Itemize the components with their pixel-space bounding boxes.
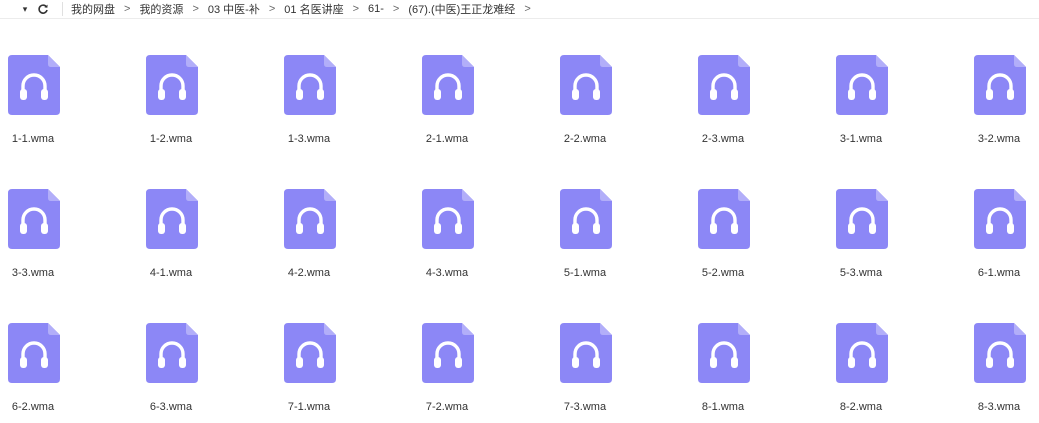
audio-file-icon: [974, 323, 1026, 383]
breadcrumb-chevron-icon: >: [268, 3, 276, 15]
breadcrumb-chevron-icon[interactable]: >: [524, 3, 530, 15]
file-name: 6-3.wma: [149, 401, 193, 413]
file-name: 3-2.wma: [977, 133, 1021, 145]
file-name: 2-3.wma: [701, 133, 745, 145]
file-name: 4-2.wma: [287, 267, 331, 279]
audio-file-icon: [836, 189, 888, 249]
file-item[interactable]: 6-3.wma: [121, 323, 211, 423]
audio-file-icon: [8, 323, 60, 383]
audio-file-icon: [422, 323, 474, 383]
breadcrumb-item[interactable]: 03 中医-补: [208, 1, 260, 17]
file-name: 2-2.wma: [563, 133, 607, 145]
file-item[interactable]: 7-3.wma: [535, 323, 625, 423]
audio-file-icon: [422, 189, 474, 249]
file-name: 1-1.wma: [11, 133, 55, 145]
breadcrumb-chevron-icon: >: [392, 3, 400, 15]
audio-file-icon: [560, 189, 612, 249]
audio-file-icon: [422, 55, 474, 115]
file-name: 6-2.wma: [11, 401, 55, 413]
audio-file-icon: [698, 55, 750, 115]
audio-file-icon: [698, 323, 750, 383]
file-name: 1-3.wma: [287, 133, 331, 145]
file-name: 1-2.wma: [149, 133, 193, 145]
file-item[interactable]: 5-1.wma: [535, 189, 625, 289]
history-dropdown-icon[interactable]: ▾: [20, 0, 30, 18]
file-item[interactable]: 8-2.wma: [811, 323, 901, 423]
file-item[interactable]: 1-2.wma: [121, 55, 211, 155]
breadcrumb-chevron-icon: >: [192, 3, 199, 15]
file-name: 8-3.wma: [977, 401, 1021, 413]
file-item[interactable]: 7-2.wma: [397, 323, 487, 423]
audio-file-icon: [146, 55, 198, 115]
file-name: 5-3.wma: [839, 267, 883, 279]
audio-file-icon: [284, 189, 336, 249]
breadcrumb-chevron-icon: >: [352, 3, 360, 15]
file-item[interactable]: 2-3.wma: [673, 55, 763, 155]
audio-file-icon: [560, 55, 612, 115]
file-item[interactable]: 4-1.wma: [121, 189, 211, 289]
file-item[interactable]: 3-2.wma: [949, 55, 1039, 155]
audio-file-icon: [974, 189, 1026, 249]
file-name: 8-1.wma: [701, 401, 745, 413]
file-item[interactable]: 6-2.wma: [0, 323, 73, 423]
breadcrumb-chevron-icon: >: [124, 3, 131, 15]
file-name: 2-1.wma: [425, 133, 469, 145]
file-name: 8-2.wma: [839, 401, 883, 413]
audio-file-icon: [8, 189, 60, 249]
breadcrumb-item[interactable]: (67).(中医)王正龙难经: [408, 1, 515, 17]
audio-file-icon: [8, 55, 60, 115]
file-name: 3-3.wma: [11, 267, 55, 279]
breadcrumb-item[interactable]: 我的资源: [139, 1, 183, 17]
file-item[interactable]: 8-3.wma: [949, 323, 1039, 423]
audio-file-icon: [146, 323, 198, 383]
audio-file-icon: [146, 189, 198, 249]
file-item[interactable]: 5-3.wma: [811, 189, 901, 289]
toolbar-divider: [62, 2, 63, 16]
toolbar: ▾ 我的网盘 > 我的资源 >03 中医-补 >01 名医讲座 >61- > (67).(中医…: [0, 0, 1039, 19]
file-name: 7-1.wma: [287, 401, 331, 413]
audio-file-icon: [974, 55, 1026, 115]
file-item[interactable]: 7-1.wma: [259, 323, 349, 423]
audio-file-icon: [284, 323, 336, 383]
file-name: 5-1.wma: [563, 267, 607, 279]
refresh-icon[interactable]: [36, 0, 50, 18]
audio-file-icon: [836, 55, 888, 115]
breadcrumb-item[interactable]: 我的网盘: [71, 1, 115, 17]
file-name: 5-2.wma: [701, 267, 745, 279]
file-item[interactable]: 5-2.wma: [673, 189, 763, 289]
audio-file-icon: [284, 55, 336, 115]
file-item[interactable]: 3-3.wma: [0, 189, 73, 289]
file-item[interactable]: 2-2.wma: [535, 55, 625, 155]
breadcrumb: 我的网盘 > 我的资源 >03 中医-补 >01 名医讲座 >61- > (67).(中医)王…: [71, 1, 540, 17]
file-item[interactable]: 1-1.wma: [0, 55, 73, 155]
audio-file-icon: [836, 323, 888, 383]
file-name: 6-1.wma: [977, 267, 1021, 279]
file-item[interactable]: 4-2.wma: [259, 189, 349, 289]
file-item[interactable]: 3-1.wma: [811, 55, 901, 155]
file-item[interactable]: 1-3.wma: [259, 55, 349, 155]
file-item[interactable]: 2-1.wma: [397, 55, 487, 155]
breadcrumb-item[interactable]: 61-: [368, 3, 384, 15]
audio-file-icon: [698, 189, 750, 249]
file-item[interactable]: 8-1.wma: [673, 323, 763, 423]
refresh-glyph: [38, 4, 48, 14]
file-item[interactable]: 6-1.wma: [949, 189, 1039, 289]
audio-file-icon: [560, 323, 612, 383]
file-grid: 1-1.wma 1-2.wma 1-3.wma 2-1.wma 2-2.wma 2-3.w…: [0, 0, 1039, 418]
file-name: 3-1.wma: [839, 133, 883, 145]
file-name: 7-3.wma: [563, 401, 607, 413]
file-name: 7-2.wma: [425, 401, 469, 413]
breadcrumb-item[interactable]: 01 名医讲座: [284, 1, 343, 17]
file-name: 4-1.wma: [149, 267, 193, 279]
file-item[interactable]: 4-3.wma: [397, 189, 487, 289]
file-name: 4-3.wma: [425, 267, 469, 279]
